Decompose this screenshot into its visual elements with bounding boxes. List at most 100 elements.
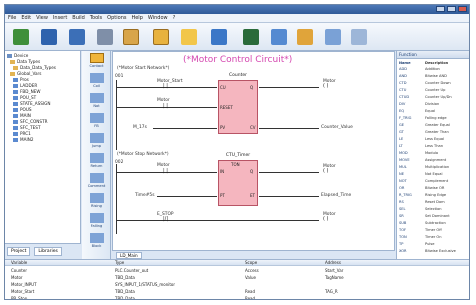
settings-button[interactable] <box>325 27 341 47</box>
library-item[interactable]: NOT Complement <box>399 179 448 183</box>
close-button[interactable] <box>458 6 467 12</box>
library-item[interactable]: GE Greater Equal <box>399 123 450 127</box>
library-item[interactable]: LT Less Than <box>399 144 443 148</box>
palette-item-comment[interactable]: Comment <box>84 173 109 188</box>
variable-row[interactable]: Counter PLC.Counter_out Access Start_Var <box>5 267 469 273</box>
tree-item[interactable]: Data_Data_Types <box>13 65 56 70</box>
debug-button[interactable] <box>271 27 287 47</box>
variable-cell: Read <box>245 295 256 300</box>
tab-project[interactable]: Project <box>7 247 31 256</box>
variable-row[interactable]: Motor TBD_Data Value TagName <box>5 274 469 280</box>
contact-symbol[interactable]: | | <box>163 168 168 174</box>
coil-symbol[interactable]: ( ) <box>323 216 329 222</box>
library-item[interactable]: MOVE Assignment <box>399 158 446 162</box>
library-item[interactable]: MUL Multiplication <box>399 165 449 169</box>
library-item[interactable]: GT Greater Than <box>399 130 449 134</box>
tree-item[interactable]: Data Types <box>10 59 40 64</box>
library-item[interactable]: TOF Timer Off <box>399 228 442 232</box>
library-item[interactable]: AND Bitwise AND <box>399 74 447 78</box>
new-project-button[interactable] <box>13 27 29 47</box>
menu-item[interactable]: Edit <box>21 15 31 21</box>
minimize-button[interactable] <box>436 6 445 12</box>
contact-symbol[interactable]: | | <box>163 103 168 109</box>
column-header[interactable]: Type <box>115 260 124 265</box>
open-button[interactable] <box>41 27 57 47</box>
help-button[interactable] <box>351 27 367 47</box>
library-item[interactable]: SR Set Dominant <box>399 214 450 218</box>
library-item[interactable]: MOD Modulo <box>399 151 438 155</box>
library-item[interactable]: SEL Selection <box>399 207 442 211</box>
library-item[interactable]: LE Less Equal <box>399 137 444 141</box>
tree-item[interactable]: FBD_NEW <box>13 89 41 94</box>
library-item[interactable]: EQ Equal <box>399 109 435 113</box>
menu-item[interactable]: Options <box>107 15 126 21</box>
library-item[interactable]: CTD Counter Down <box>399 81 451 85</box>
column-header[interactable]: Scope <box>245 260 257 265</box>
palette-item-block[interactable]: Block <box>84 233 109 248</box>
save-button[interactable] <box>69 27 85 47</box>
contact-symbol[interactable]: | | <box>163 83 168 89</box>
column-header[interactable]: Address <box>325 260 341 265</box>
menu-item[interactable]: File <box>8 15 16 21</box>
menu-item[interactable]: ? <box>173 15 176 21</box>
library-item-name: F_TRIG <box>399 116 412 120</box>
tree-item[interactable]: LADDER <box>13 83 37 88</box>
ladder-editor[interactable]: (*Motor Control Circuit*) (*Motor Start … <box>112 51 395 251</box>
tree-item[interactable]: MAIN <box>13 113 31 118</box>
library-item[interactable]: OR Bitwise OR <box>399 186 444 190</box>
library-item[interactable]: NE Not Equal <box>399 172 442 176</box>
library-item[interactable]: R_TRIG Rising Edge <box>399 193 446 197</box>
library-item[interactable]: ADD Addition <box>399 67 440 71</box>
monitor-button[interactable] <box>243 27 259 47</box>
library-item[interactable]: F_TRIG Falling edge <box>399 116 447 120</box>
tree-item[interactable]: Device <box>7 53 28 58</box>
maximize-button[interactable] <box>447 6 456 12</box>
library-item[interactable]: XOR Bitwise Exclusive <box>399 249 456 253</box>
download-button[interactable] <box>211 27 227 47</box>
library-item[interactable]: SUB Subtraction <box>399 221 446 225</box>
variable-row[interactable]: Motor_INPUT SYS_INPUT_1/STATUS_monitor <box>5 281 469 287</box>
palette-item-coil[interactable]: Coil <box>84 73 109 88</box>
tab-libraries[interactable]: Libraries <box>34 247 62 256</box>
tab-ld-main[interactable]: LD_Main <box>116 251 142 259</box>
tree-item[interactable]: SFC_CONSTR <box>13 119 48 124</box>
library-item[interactable]: TON Timer On <box>399 235 442 239</box>
tree-item[interactable]: SFC_TEST <box>13 125 41 130</box>
palette-item-fb[interactable]: FB <box>84 113 109 128</box>
contact-symbol[interactable]: |/| <box>163 216 168 222</box>
library-item[interactable]: DIV Division <box>399 102 439 106</box>
palette-item-not[interactable]: Not <box>84 93 109 108</box>
library-item[interactable]: CTU Counter Up <box>399 88 445 92</box>
variable-row[interactable]: Motor_Start TBD_Data Read TAG_R <box>5 288 469 294</box>
coil-symbol[interactable]: ( ) <box>323 168 329 174</box>
palette-item-falling[interactable]: Falling <box>84 213 109 228</box>
online-button[interactable] <box>297 27 313 47</box>
menu-item[interactable]: Build <box>72 15 85 21</box>
menu-item[interactable]: Insert <box>53 15 67 21</box>
tree-item[interactable]: MAIN2 <box>13 137 34 142</box>
menu-item[interactable]: Help <box>131 15 142 21</box>
menu-item[interactable]: View <box>36 15 48 21</box>
tree-item[interactable]: STATE_ASSIGN <box>13 101 51 106</box>
library-item[interactable]: CTUD Counter Up/Dn <box>399 95 452 99</box>
tree-item[interactable]: Pros <box>13 77 29 82</box>
copy-button[interactable] <box>123 27 139 47</box>
menu-item[interactable]: Tools <box>90 15 102 21</box>
tree-item[interactable]: Global_Vars <box>10 71 41 76</box>
library-item[interactable]: RS Reset Dom <box>399 200 445 204</box>
coil-symbol[interactable]: ( ) <box>323 83 329 89</box>
tree-item[interactable]: POU_ST <box>13 95 36 100</box>
palette-item-rising[interactable]: Rising <box>84 193 109 208</box>
palette-item-contact[interactable]: Contact <box>84 53 109 68</box>
menu-item[interactable]: Window <box>148 15 168 21</box>
tree-item[interactable]: PRC1 <box>13 131 31 136</box>
library-item[interactable]: TP Pulse <box>399 242 434 246</box>
paste-button[interactable] <box>153 27 169 47</box>
cut-button[interactable] <box>97 27 113 47</box>
tree-item[interactable]: POUS <box>13 107 32 112</box>
column-header[interactable]: Variable <box>11 260 27 265</box>
palette-item-jump[interactable]: Jump <box>84 133 109 148</box>
palette-item-return[interactable]: Return <box>84 153 109 168</box>
variable-row[interactable]: PB_Stop TBD_Data Read <box>5 295 469 300</box>
compile-button[interactable] <box>181 27 197 47</box>
